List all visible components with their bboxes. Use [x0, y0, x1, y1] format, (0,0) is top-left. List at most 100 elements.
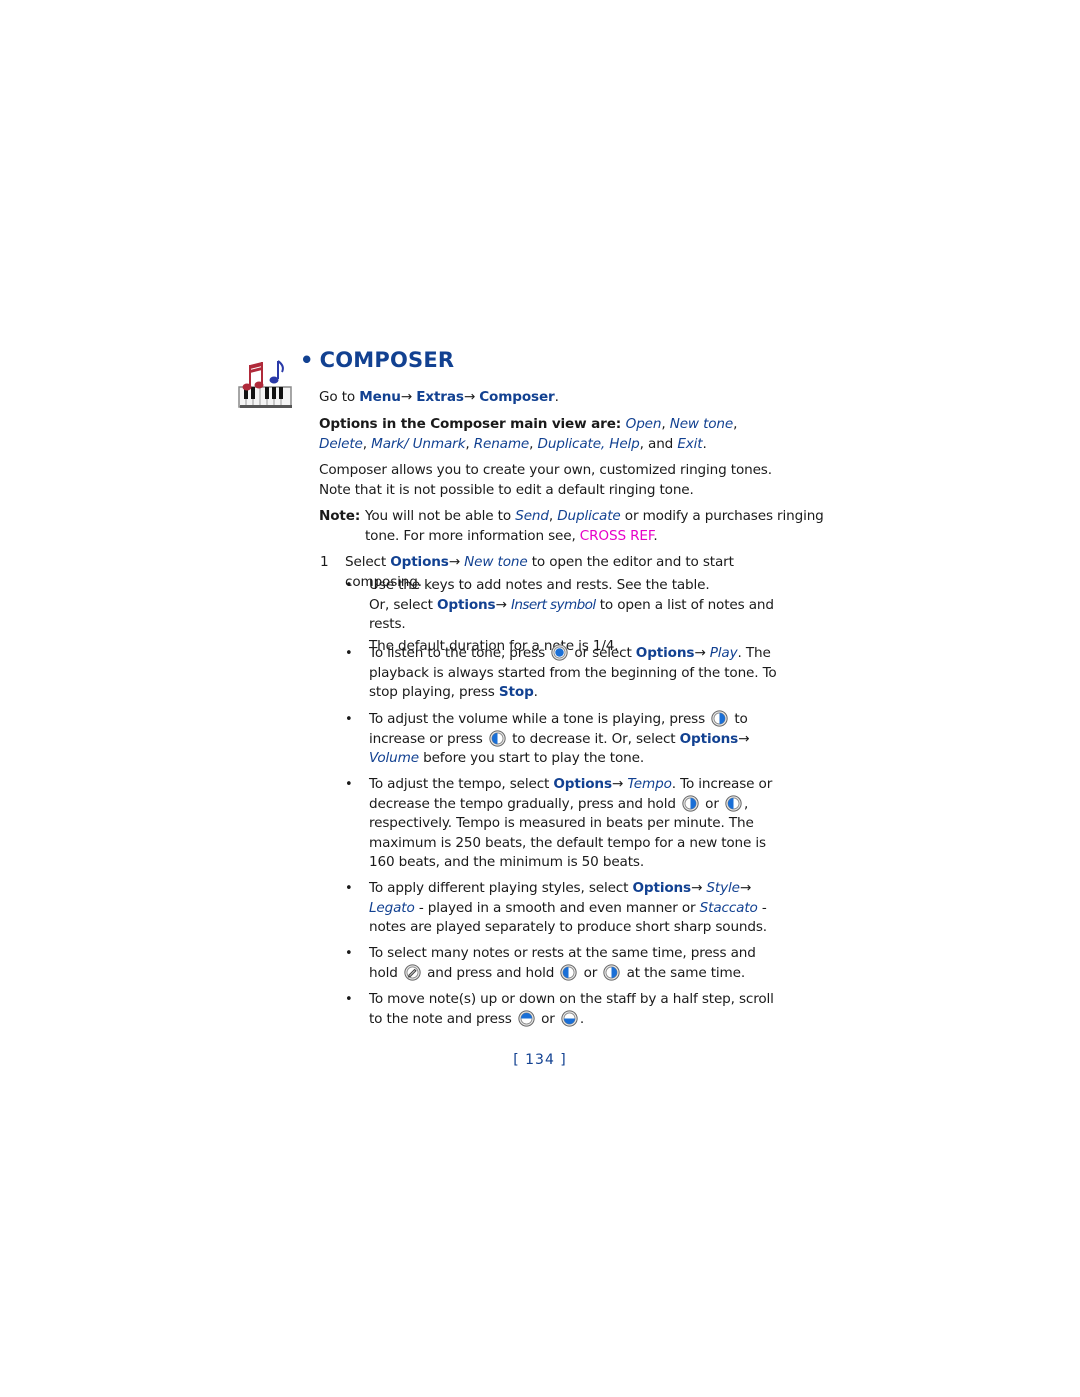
text-fragment: →	[694, 645, 710, 661]
bullet-marker: •	[345, 946, 353, 961]
text-fragment: Legato	[369, 899, 415, 916]
text-fragment: or	[700, 795, 723, 812]
composer-piano-notes-icon	[238, 360, 292, 408]
bullet-marker: •	[345, 881, 353, 896]
text-fragment: →	[611, 776, 628, 792]
bullet-tempo: To adjust the tempo, select Options→ Tem…	[369, 775, 779, 873]
path-menu: Menu	[359, 389, 401, 405]
heading-bullet: •	[300, 348, 314, 372]
text-fragment: at the same time.	[622, 964, 746, 981]
path-extras: Extras	[416, 389, 464, 405]
text-fragment: - played in a smooth and even manner or	[414, 899, 700, 916]
text-fragment: ,	[661, 416, 670, 432]
option-exit: Exit	[677, 435, 703, 452]
text-fragment: To apply different playing styles, selec…	[369, 880, 633, 896]
text-fragment: →	[463, 389, 476, 405]
text-fragment: Options	[679, 730, 739, 747]
page-number: [ 134 ]	[513, 1052, 567, 1068]
text-fragment: Staccato	[699, 899, 758, 916]
text-fragment: To adjust the volume while a tone is pla…	[369, 711, 710, 727]
text-fragment: Use the keys to add notes and rests. See…	[369, 577, 710, 593]
scroll-key-left-icon	[560, 963, 578, 981]
note-label: Note:	[319, 508, 361, 524]
text-fragment: You will not be able to	[365, 508, 516, 524]
text-fragment: Play	[709, 645, 738, 661]
scroll-key-center-icon	[551, 644, 568, 661]
text-fragment: and	[648, 435, 678, 452]
text-fragment: ,	[465, 435, 474, 452]
bullet-listen: To listen to the tone, press or select O…	[369, 644, 779, 703]
text-fragment: Volume	[369, 750, 419, 766]
text-fragment: Options	[553, 776, 612, 792]
bullet-select: To select many notes or rests at the sam…	[369, 944, 779, 983]
text-fragment: Options	[635, 645, 695, 661]
text-fragment: Style	[706, 880, 740, 896]
text-fragment: →	[400, 389, 413, 405]
text-fragment: Select	[345, 554, 391, 570]
path-composer: Composer	[479, 389, 555, 405]
text-fragment: →	[691, 880, 707, 896]
cross-reference-link[interactable]: CROSS REF	[580, 528, 654, 544]
scroll-key-up-icon	[518, 1009, 535, 1027]
option-rename: Rename	[473, 435, 530, 452]
bullet-marker: •	[345, 712, 353, 727]
bullet-marker: •	[345, 992, 353, 1007]
text-fragment: .	[579, 1010, 585, 1027]
text-fragment: or	[536, 1010, 559, 1027]
note-duplicate: Duplicate	[557, 508, 621, 524]
text-fragment: Options	[390, 554, 449, 570]
note-send: Send	[515, 508, 549, 524]
option-mark-unmark: Mark/ Unmark	[371, 435, 466, 452]
note-paragraph: Note: You will not be able to Send, Dupli…	[319, 507, 825, 546]
bullet-move: To move note(s) up or down on the staff …	[369, 990, 779, 1029]
bullet-marker: •	[345, 777, 353, 792]
text-fragment: to decrease it. Or, select	[507, 730, 680, 747]
text-fragment: →	[739, 880, 752, 896]
text-fragment: .	[653, 527, 658, 544]
text-fragment: Insert symbol	[510, 596, 596, 613]
text-fragment: To adjust the tempo, select	[369, 776, 554, 792]
text-fragment: Options in the Composer main view are:	[319, 416, 626, 432]
bullet-volume: To adjust the volume while a tone is pla…	[369, 710, 779, 769]
bullet-style: To apply different playing styles, selec…	[369, 879, 779, 938]
scroll-key-right-icon	[711, 710, 728, 727]
text-fragment: and press and hold	[422, 964, 559, 981]
text-fragment: ,	[733, 416, 738, 432]
text-fragment: Options	[632, 880, 691, 896]
options-list-paragraph: Options in the Composer main view are: O…	[319, 416, 738, 452]
text-fragment: Or, select	[369, 596, 437, 613]
option-open: Open	[625, 416, 662, 432]
text-fragment: →	[495, 596, 511, 613]
heading-title: COMPOSER	[319, 348, 455, 372]
text-fragment: ,	[548, 508, 558, 524]
section-heading: • COMPOSER	[300, 348, 454, 372]
text-fragment: Options	[437, 596, 496, 613]
text-fragment: →	[738, 730, 750, 747]
text-fragment: →	[448, 554, 465, 570]
manual-page: • COMPOSER Go to Menu→ Extras→ Composer. …	[0, 0, 1080, 1397]
scroll-key-left-icon	[489, 729, 506, 747]
text-fragment: or	[579, 964, 602, 981]
text-fragment: before you start to play the tone.	[418, 750, 644, 766]
intro-paragraph: Composer allows you to create your own, …	[319, 462, 772, 498]
text-fragment: Go to	[319, 389, 360, 405]
option-delete: Delete	[319, 435, 363, 452]
text-fragment: New tone	[464, 554, 528, 570]
scroll-key-right-icon	[603, 963, 621, 981]
text-fragment: To listen to the tone, press	[369, 645, 550, 661]
text-fragment: .	[554, 389, 559, 405]
stop-label: Stop	[498, 684, 534, 700]
bullet-marker: •	[345, 646, 353, 661]
option-duplicate: Duplicate	[537, 435, 602, 452]
scroll-key-left-icon	[725, 794, 742, 812]
edit-pencil-key-icon	[404, 963, 421, 981]
step-number: 1	[320, 554, 329, 570]
scroll-key-down-icon	[561, 1009, 578, 1027]
text-fragment: ,	[639, 435, 649, 452]
bullet-marker: •	[345, 578, 353, 593]
option-new-tone: New tone	[669, 416, 734, 432]
text-fragment: ,	[362, 435, 372, 452]
text-fragment: ,	[529, 435, 538, 452]
text-fragment: or select	[570, 645, 636, 661]
option-help: Help	[609, 435, 640, 452]
